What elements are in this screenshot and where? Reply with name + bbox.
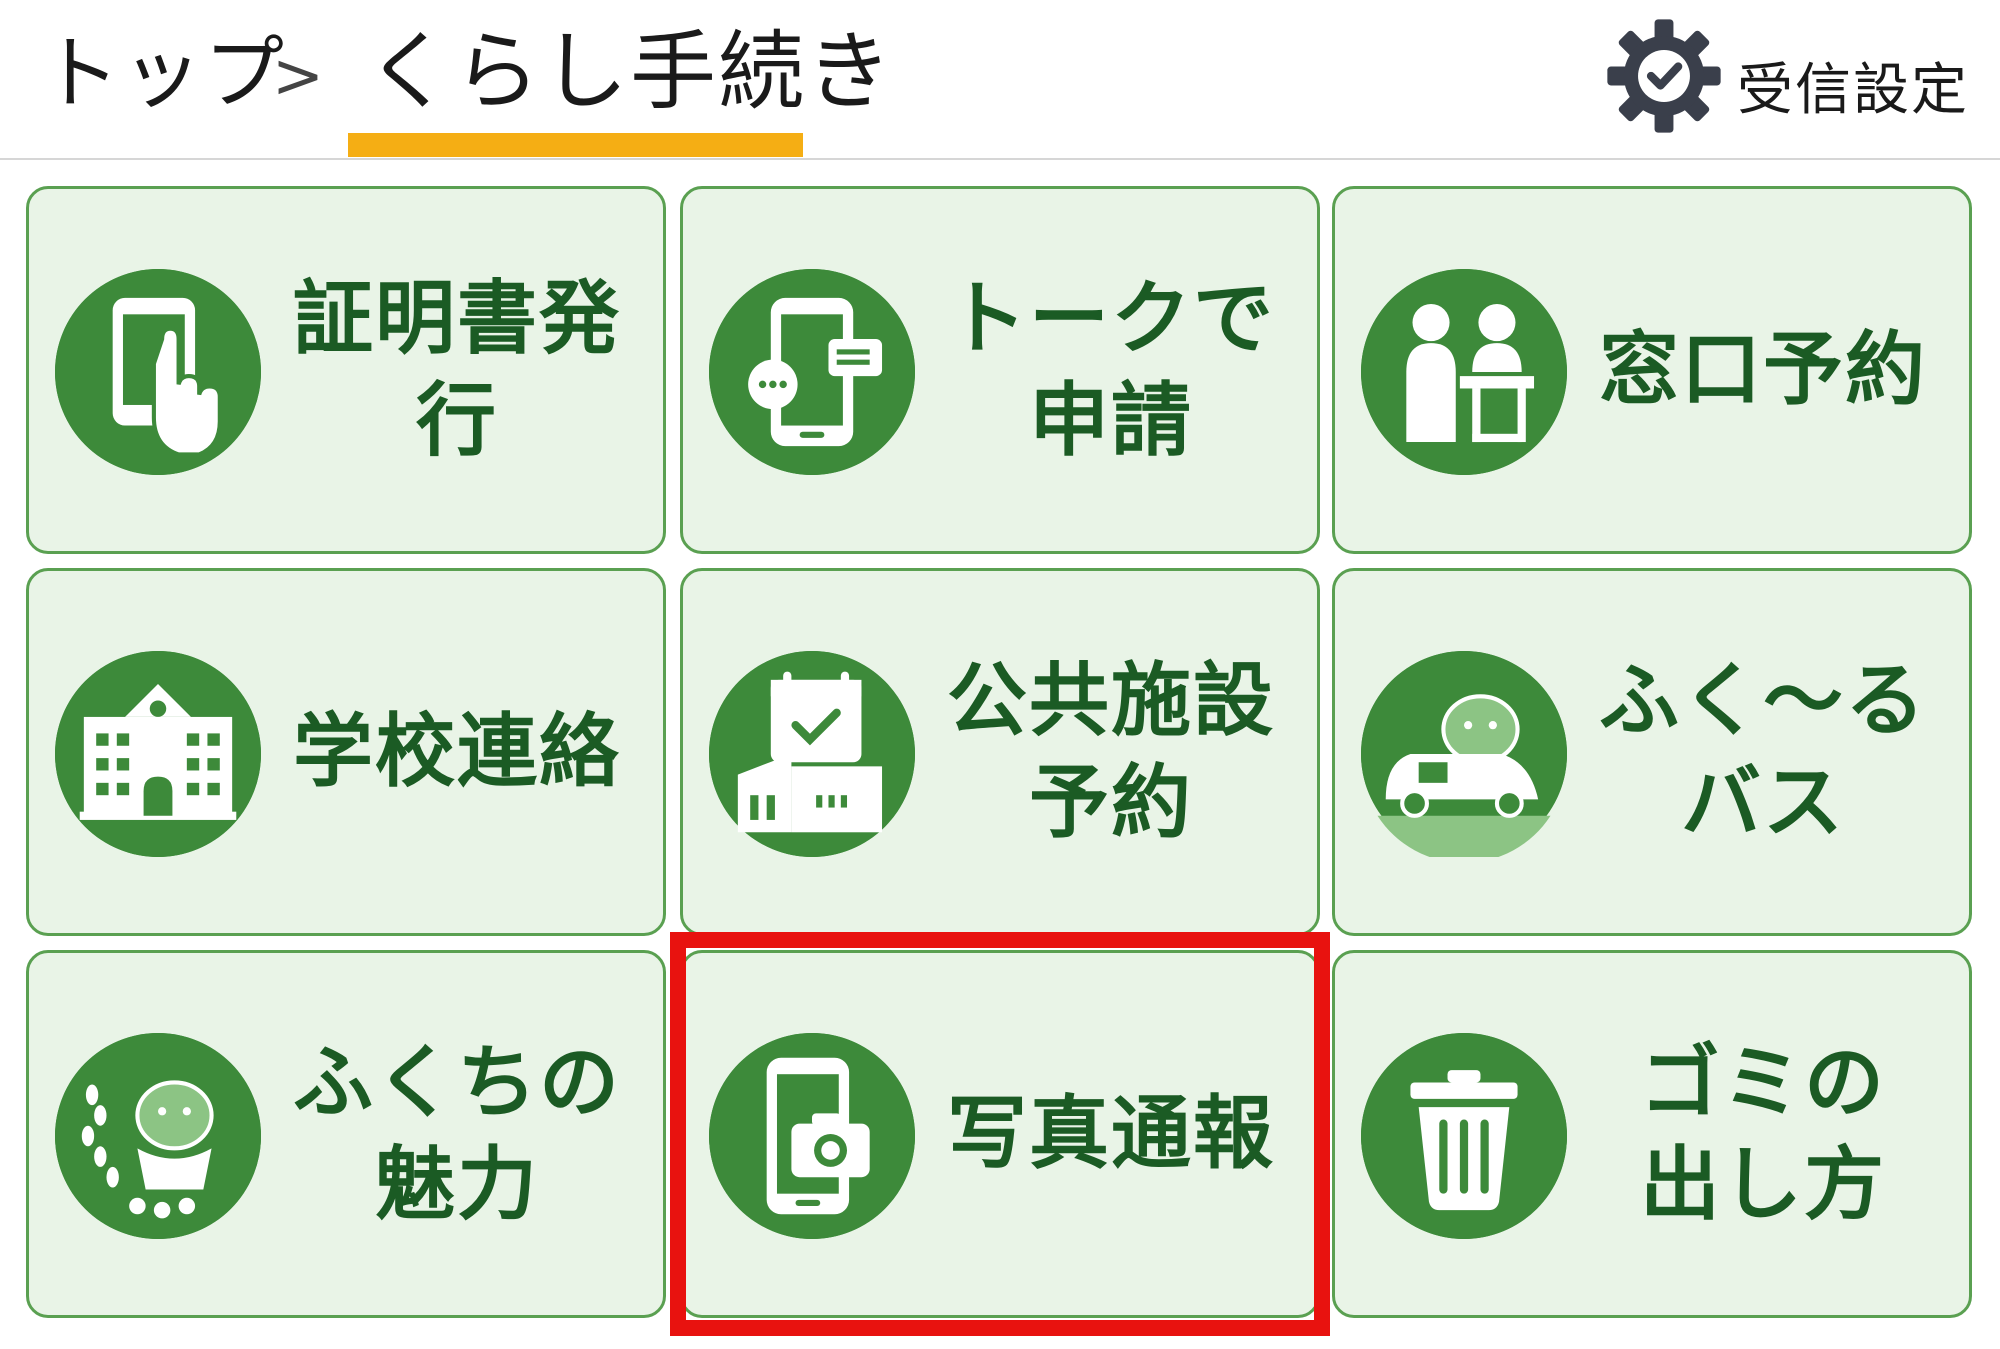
mascot-flowers-icon [55,1033,261,1239]
breadcrumb-top-link[interactable]: トップ [40,26,286,122]
facility-calendar-icon [709,651,915,857]
counter-reception-icon [1361,269,1567,475]
tile-label: ふくちの 魅力 [293,1036,621,1231]
tile-school-contact[interactable]: 学校連絡 [26,568,666,936]
breadcrumb-separator: > [272,39,324,112]
tile-photo-report[interactable]: 写真通報 [680,950,1320,1318]
tile-fukuru-bus[interactable]: ふく〜る バス [1332,568,1972,936]
school-building-icon [55,651,261,857]
smartphone-camera-icon [709,1033,915,1239]
tile-public-facility-reservation[interactable]: 公共施設 予約 [680,568,1320,936]
tile-label: 写真通報 [947,1087,1275,1180]
tile-label: ゴミの 出し方 [1640,1036,1886,1231]
active-tab-underline [348,133,803,157]
smartphone-chat-icon [709,269,915,475]
receive-settings-label: 受信設定 [1737,57,1969,123]
tile-label: 公共施設 予約 [947,654,1275,849]
tile-label: 証明書発行 [293,272,621,467]
tile-counter-reservation[interactable]: 窓口予約 [1332,186,1972,554]
tile-label: ふく〜る バス [1599,654,1927,849]
trash-can-icon [1361,1033,1567,1239]
smartphone-touch-icon [55,269,261,475]
tile-garbage-disposal[interactable]: ゴミの 出し方 [1332,950,1972,1318]
breadcrumb-current: くらし手続き [366,22,894,122]
tile-fukuchi-charm[interactable]: ふくちの 魅力 [26,950,666,1318]
bus-mascot-icon [1361,651,1567,857]
tile-label: 窓口予約 [1599,323,1927,416]
tile-talk-application[interactable]: トークで 申請 [680,186,1320,554]
tile-certificate-issuance[interactable]: 証明書発行 [26,186,666,554]
header-bar: トップ > くらし手続き 受信設定 [0,0,2000,160]
receive-settings-button[interactable]: 受信設定 [1605,18,1969,138]
tile-label: 学校連絡 [293,705,621,798]
gear-check-icon [1605,17,1723,139]
tile-label: トークで 申請 [947,272,1275,467]
